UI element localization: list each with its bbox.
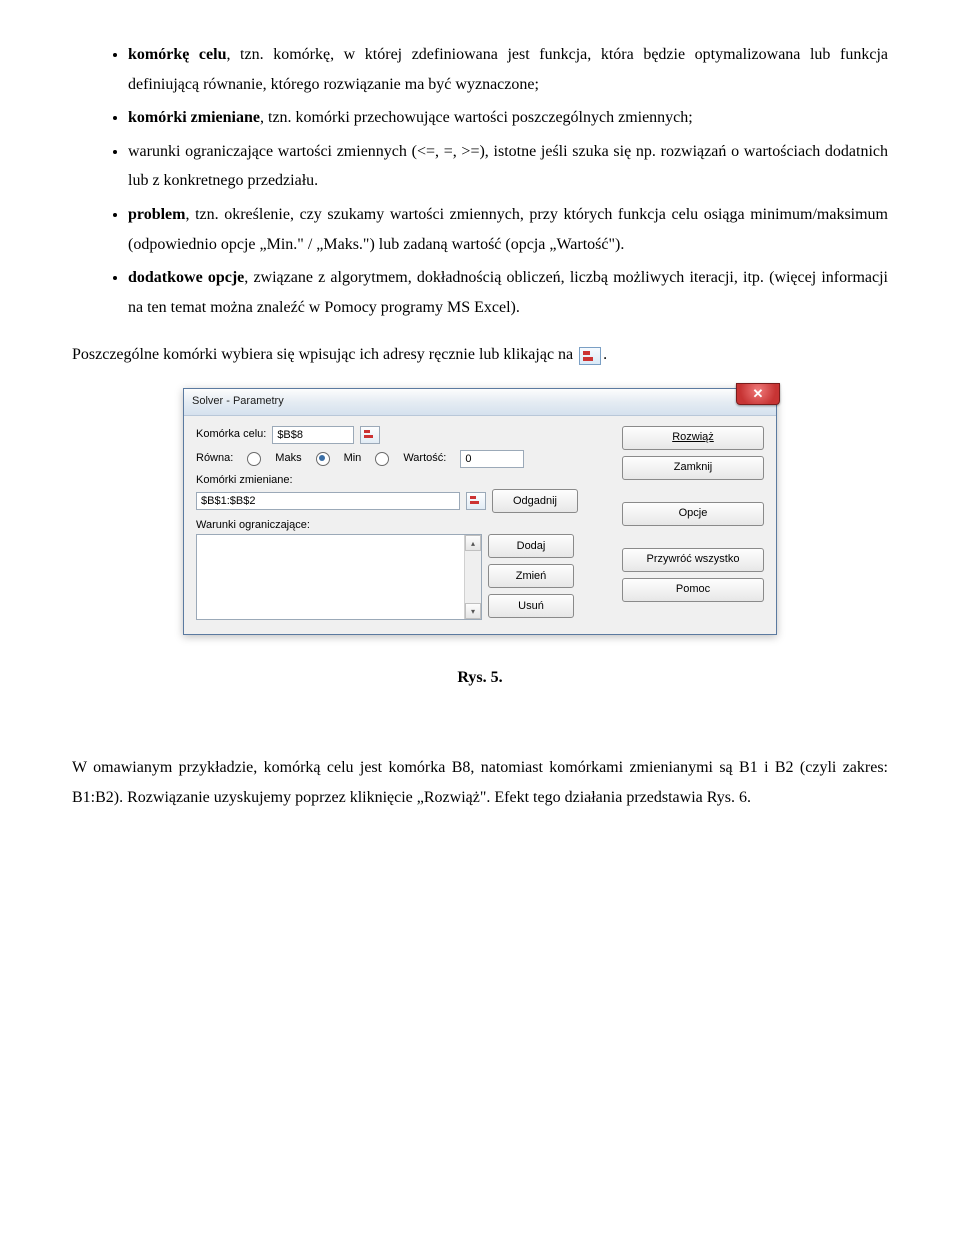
opcje-button[interactable]: Opcje xyxy=(622,502,764,526)
label-target-cell: Komórka celu: xyxy=(196,428,266,441)
rozwiaz-button[interactable]: Rozwiąż xyxy=(622,426,764,450)
scroll-down-button[interactable]: ▾ xyxy=(465,603,481,619)
close-icon: ✕ xyxy=(753,386,764,402)
list-item: warunki ograniczające wartości zmiennych… xyxy=(128,137,888,196)
dialog-left: Komórka celu: Równa: Maks Min Wartość: xyxy=(196,426,606,620)
bold-term: dodatkowe opcje xyxy=(128,269,244,286)
radio-maks[interactable] xyxy=(247,452,261,466)
usun-button[interactable]: Usuń xyxy=(488,594,574,618)
titlebar: Solver - Parametry ✕ xyxy=(184,389,776,416)
para-text: . xyxy=(603,346,607,363)
bold-term: problem xyxy=(128,206,185,223)
radio-wartosc[interactable] xyxy=(375,452,389,466)
paragraph: Poszczególne komórki wybiera się wpisują… xyxy=(72,340,888,370)
range-picker-button[interactable] xyxy=(360,426,380,444)
bold-term: komórkę celu xyxy=(128,46,226,63)
list-text: , tzn. komórkę, w której zdefiniowana je… xyxy=(128,46,888,93)
scrollbar[interactable]: ▴ ▾ xyxy=(464,535,481,619)
dodaj-button[interactable]: Dodaj xyxy=(488,534,574,558)
radio-label-wartosc: Wartość: xyxy=(403,452,446,465)
constraints-listbox[interactable]: ▴ ▾ xyxy=(196,534,482,620)
zamknij-button[interactable]: Zamknij xyxy=(622,456,764,480)
list-item: komórkę celu, tzn. komórkę, w której zde… xyxy=(128,40,888,99)
list-item: komórki zmieniane, tzn. komórki przechow… xyxy=(128,103,888,133)
changing-cells-input[interactable] xyxy=(196,492,460,510)
radio-label-maks: Maks xyxy=(275,452,301,465)
range-picker-button[interactable] xyxy=(466,492,486,510)
przywroc-button[interactable]: Przywróć wszystko xyxy=(622,548,764,572)
dialog-right: Rozwiąż Zamknij Opcje Przywróć wszystko … xyxy=(622,426,764,620)
wartosc-input[interactable] xyxy=(460,450,524,468)
bold-term: komórki zmieniane xyxy=(128,109,260,126)
dialog-figure: Solver - Parametry ✕ Komórka celu: Równa… xyxy=(72,388,888,635)
paragraph: W omawianym przykładzie, komórką celu je… xyxy=(72,753,888,812)
pomoc-button[interactable]: Pomoc xyxy=(622,578,764,602)
radio-label-min: Min xyxy=(344,452,362,465)
bullet-list: komórkę celu, tzn. komórkę, w której zde… xyxy=(72,40,888,322)
label-changing-cells: Komórki zmieniane: xyxy=(196,474,293,487)
figure-caption: Rys. 5. xyxy=(72,663,888,693)
zmien-button[interactable]: Zmień xyxy=(488,564,574,588)
dialog-title: Solver - Parametry xyxy=(192,395,284,408)
range-picker-icon xyxy=(579,347,601,365)
list-item: dodatkowe opcje, związane z algorytmem, … xyxy=(128,263,888,322)
list-text: , tzn. określenie, czy szukamy wartości … xyxy=(128,206,888,253)
solver-dialog: Solver - Parametry ✕ Komórka celu: Równa… xyxy=(183,388,777,635)
label-constraints: Warunki ograniczające: xyxy=(196,519,310,532)
target-cell-input[interactable] xyxy=(272,426,354,444)
scroll-up-button[interactable]: ▴ xyxy=(465,535,481,551)
radio-min[interactable] xyxy=(316,452,330,466)
list-item: problem, tzn. określenie, czy szukamy wa… xyxy=(128,200,888,259)
list-text: warunki ograniczające wartości zmiennych… xyxy=(128,143,888,190)
label-rowna: Równa: xyxy=(196,452,233,465)
odgadnij-button[interactable]: Odgadnij xyxy=(492,489,578,513)
list-text: , tzn. komórki przechowujące wartości po… xyxy=(260,109,693,126)
close-button[interactable]: ✕ xyxy=(736,383,780,405)
para-text: Poszczególne komórki wybiera się wpisują… xyxy=(72,346,577,363)
